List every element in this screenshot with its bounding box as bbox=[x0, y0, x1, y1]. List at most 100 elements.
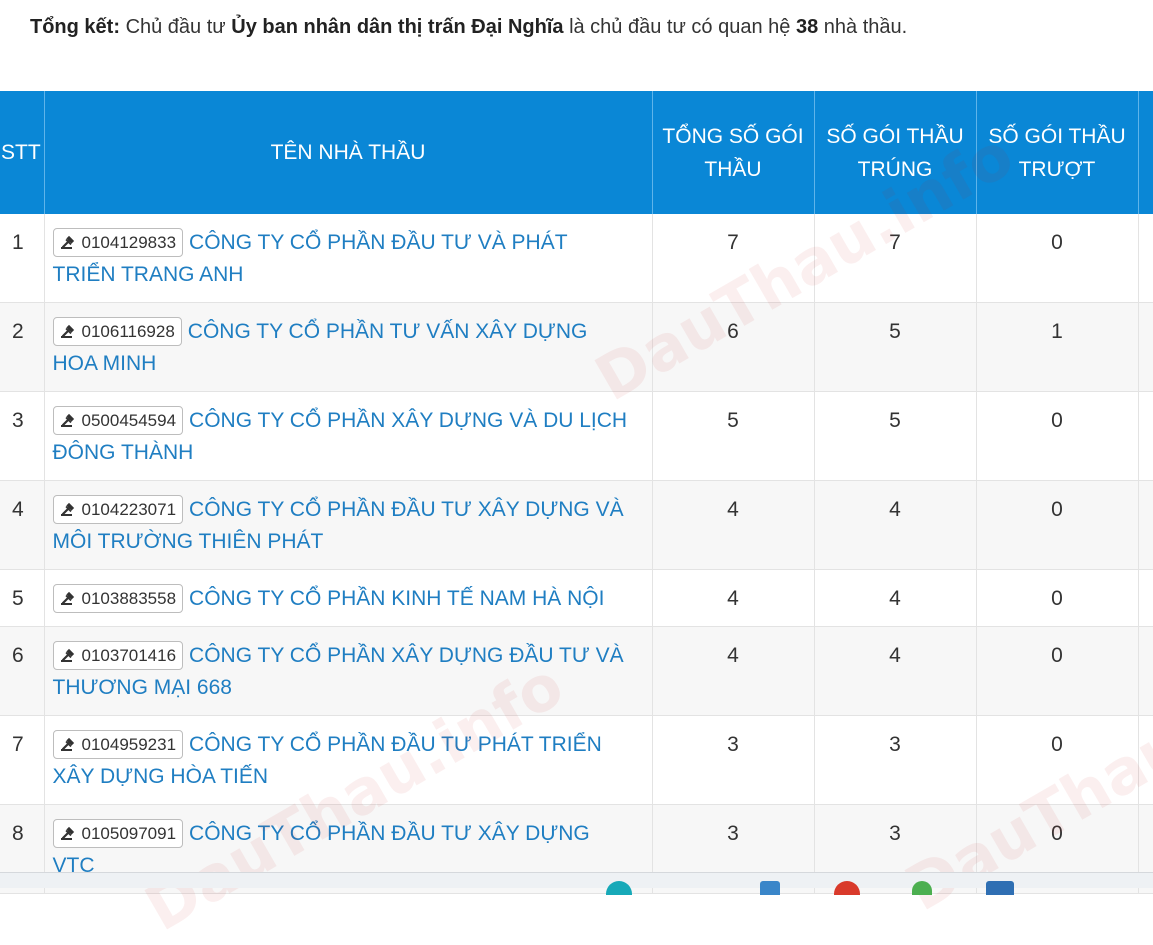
tax-code-badge[interactable]: 0103701416 bbox=[52, 641, 184, 670]
summary-text-3: nhà thầu. bbox=[823, 16, 908, 38]
row-contractor: 0106116928 CÔNG TY CỔ PHẦN TƯ VẤN XÂY DỰN… bbox=[44, 302, 653, 392]
table-row: 3 0500454594 CÔNG TY CỔ PHẦN XÂY DỰNG VÀ D… bbox=[0, 391, 1153, 481]
row-total-packages: 4 bbox=[652, 626, 815, 716]
gavel-icon bbox=[60, 233, 82, 252]
header-total-packages: TỔNG SỐ GÓI THẦU bbox=[652, 91, 815, 214]
tax-code: 0104959231 bbox=[81, 735, 177, 754]
taskbar bbox=[0, 872, 1153, 895]
company-name-link[interactable]: CÔNG TY CỔ PHẦN KINH TẾ NAM HÀ NỘI bbox=[189, 587, 604, 610]
gavel-icon bbox=[60, 735, 82, 754]
gavel-icon bbox=[60, 646, 82, 665]
row-won-packages: 5 bbox=[814, 302, 977, 392]
header-won-line1: SỐ GÓI THẦU bbox=[826, 124, 964, 148]
row-stt: 6 bbox=[0, 626, 45, 716]
row-contractor: 0104223071 CÔNG TY CỔ PHẦN ĐẦU TƯ XÂY DỰN… bbox=[44, 480, 653, 570]
tax-code-badge[interactable]: 0104223071 bbox=[52, 495, 184, 524]
tax-code-badge[interactable]: 0106116928 bbox=[52, 317, 182, 346]
taskbar-app-icon[interactable] bbox=[834, 881, 860, 895]
summary-line: Tổng kết: Chủ đầu tư Ủy ban nhân dân thị… bbox=[30, 12, 907, 42]
row-lost-packages: 0 bbox=[976, 715, 1139, 805]
taskbar-app-icon[interactable] bbox=[986, 881, 1014, 895]
header-won-packages: SỐ GÓI THẦU TRÚNG bbox=[814, 91, 977, 214]
summary-label: Tổng kết: bbox=[30, 16, 120, 38]
header-won-line2: TRÚNG bbox=[857, 157, 933, 181]
header-lost-packages: SỐ GÓI THẦU TRƯỢT bbox=[976, 91, 1139, 214]
row-stt: 5 bbox=[0, 569, 45, 627]
row-won-packages: 5 bbox=[814, 391, 977, 481]
table-row: 4 0104223071 CÔNG TY CỔ PHẦN ĐẦU TƯ XÂY DỰ… bbox=[0, 480, 1153, 570]
row-won-packages: 4 bbox=[814, 569, 977, 627]
row-contractor: 0104129833 CÔNG TY CỔ PHẦN ĐẦU TƯ VÀ PHÁT… bbox=[44, 214, 653, 303]
row-lost-packages: 0 bbox=[976, 626, 1139, 716]
row-won-packages: 3 bbox=[814, 715, 977, 805]
tax-code-badge[interactable]: 0104959231 bbox=[52, 730, 184, 759]
tax-code: 0103883558 bbox=[81, 589, 177, 608]
taskbar-app-icon[interactable] bbox=[912, 881, 932, 895]
gavel-icon bbox=[60, 500, 82, 519]
header-lost-line2: TRƯỢT bbox=[1018, 157, 1096, 181]
tax-code: 0104129833 bbox=[81, 233, 177, 252]
row-overflow-cell bbox=[1138, 302, 1153, 392]
header-total-line2: THẦU bbox=[704, 157, 762, 181]
header-total-line1: TỔNG SỐ GÓI bbox=[662, 124, 804, 148]
row-won-packages: 4 bbox=[814, 626, 977, 716]
row-overflow-cell bbox=[1138, 480, 1153, 570]
row-contractor: 0103701416 CÔNG TY CỔ PHẦN XÂY DỰNG ĐẦU T… bbox=[44, 626, 653, 716]
tax-code: 0105097091 bbox=[81, 824, 177, 843]
summary-text-1: Chủ đầu tư bbox=[125, 16, 226, 38]
row-lost-packages: 0 bbox=[976, 214, 1139, 303]
row-contractor: 0103883558 CÔNG TY CỔ PHẦN KINH TẾ NAM HÀ… bbox=[44, 569, 653, 627]
tax-code-badge[interactable]: 0103883558 bbox=[52, 584, 184, 613]
row-total-packages: 7 bbox=[652, 214, 815, 303]
header-contractor-name: TÊN NHÀ THẦU bbox=[44, 91, 653, 214]
row-total-packages: 6 bbox=[652, 302, 815, 392]
gavel-icon bbox=[60, 411, 82, 430]
row-total-packages: 4 bbox=[652, 480, 815, 570]
row-stt: 7 bbox=[0, 715, 45, 805]
row-overflow-cell bbox=[1138, 715, 1153, 805]
investor-name: Ủy ban nhân dân thị trấn Đại Nghĩa bbox=[231, 16, 564, 38]
table-row: 2 0106116928 CÔNG TY CỔ PHẦN TƯ VẤN XÂY DỰ… bbox=[0, 302, 1153, 392]
tax-code: 0103701416 bbox=[81, 646, 177, 665]
table-row: 5 0103883558 CÔNG TY CỔ PHẦN KINH TẾ NAM H… bbox=[0, 569, 1153, 627]
row-total-packages: 5 bbox=[652, 391, 815, 481]
gavel-icon bbox=[60, 589, 82, 608]
row-total-packages: 3 bbox=[652, 715, 815, 805]
header-overflow-column bbox=[1138, 91, 1153, 214]
row-total-packages: 4 bbox=[652, 569, 815, 627]
row-lost-packages: 1 bbox=[976, 302, 1139, 392]
row-won-packages: 7 bbox=[814, 214, 977, 303]
row-overflow-cell bbox=[1138, 569, 1153, 627]
row-stt: 2 bbox=[0, 302, 45, 392]
tax-code: 0500454594 bbox=[81, 411, 177, 430]
table-row: 7 0104959231 CÔNG TY CỔ PHẦN ĐẦU TƯ PHÁT T… bbox=[0, 715, 1153, 805]
row-lost-packages: 0 bbox=[976, 569, 1139, 627]
tax-code: 0104223071 bbox=[81, 500, 177, 519]
tax-code-badge[interactable]: 0500454594 bbox=[52, 406, 184, 435]
contractor-count: 38 bbox=[795, 16, 819, 38]
taskbar-app-icon[interactable] bbox=[606, 881, 632, 895]
row-stt: 3 bbox=[0, 391, 45, 481]
taskbar-app-icon[interactable] bbox=[760, 881, 780, 895]
row-overflow-cell bbox=[1138, 626, 1153, 716]
header-lost-line1: SỐ GÓI THẦU bbox=[988, 124, 1126, 148]
gavel-icon bbox=[60, 322, 82, 341]
row-won-packages: 4 bbox=[814, 480, 977, 570]
tax-code-badge[interactable]: 0105097091 bbox=[52, 819, 184, 848]
row-contractor: 0104959231 CÔNG TY CỔ PHẦN ĐẦU TƯ PHÁT TR… bbox=[44, 715, 653, 805]
table-header-row: STT TÊN NHÀ THẦU TỔNG SỐ GÓI THẦU SỐ GÓI… bbox=[0, 91, 1153, 214]
row-overflow-cell bbox=[1138, 214, 1153, 303]
tax-code-badge[interactable]: 0104129833 bbox=[52, 228, 184, 257]
row-stt: 1 bbox=[0, 214, 45, 303]
tax-code: 0106116928 bbox=[81, 322, 175, 341]
gavel-icon bbox=[60, 824, 82, 843]
summary-text-2: là chủ đầu tư có quan hệ bbox=[569, 16, 791, 38]
contractor-table: STT TÊN NHÀ THẦU TỔNG SỐ GÓI THẦU SỐ GÓI… bbox=[0, 91, 1153, 894]
row-stt: 4 bbox=[0, 480, 45, 570]
row-lost-packages: 0 bbox=[976, 480, 1139, 570]
row-lost-packages: 0 bbox=[976, 391, 1139, 481]
row-contractor: 0500454594 CÔNG TY CỔ PHẦN XÂY DỰNG VÀ DU… bbox=[44, 391, 653, 481]
row-overflow-cell bbox=[1138, 391, 1153, 481]
table-row: 1 0104129833 CÔNG TY CỔ PHẦN ĐẦU TƯ VÀ PHÁ… bbox=[0, 214, 1153, 303]
header-stt: STT bbox=[0, 91, 45, 214]
